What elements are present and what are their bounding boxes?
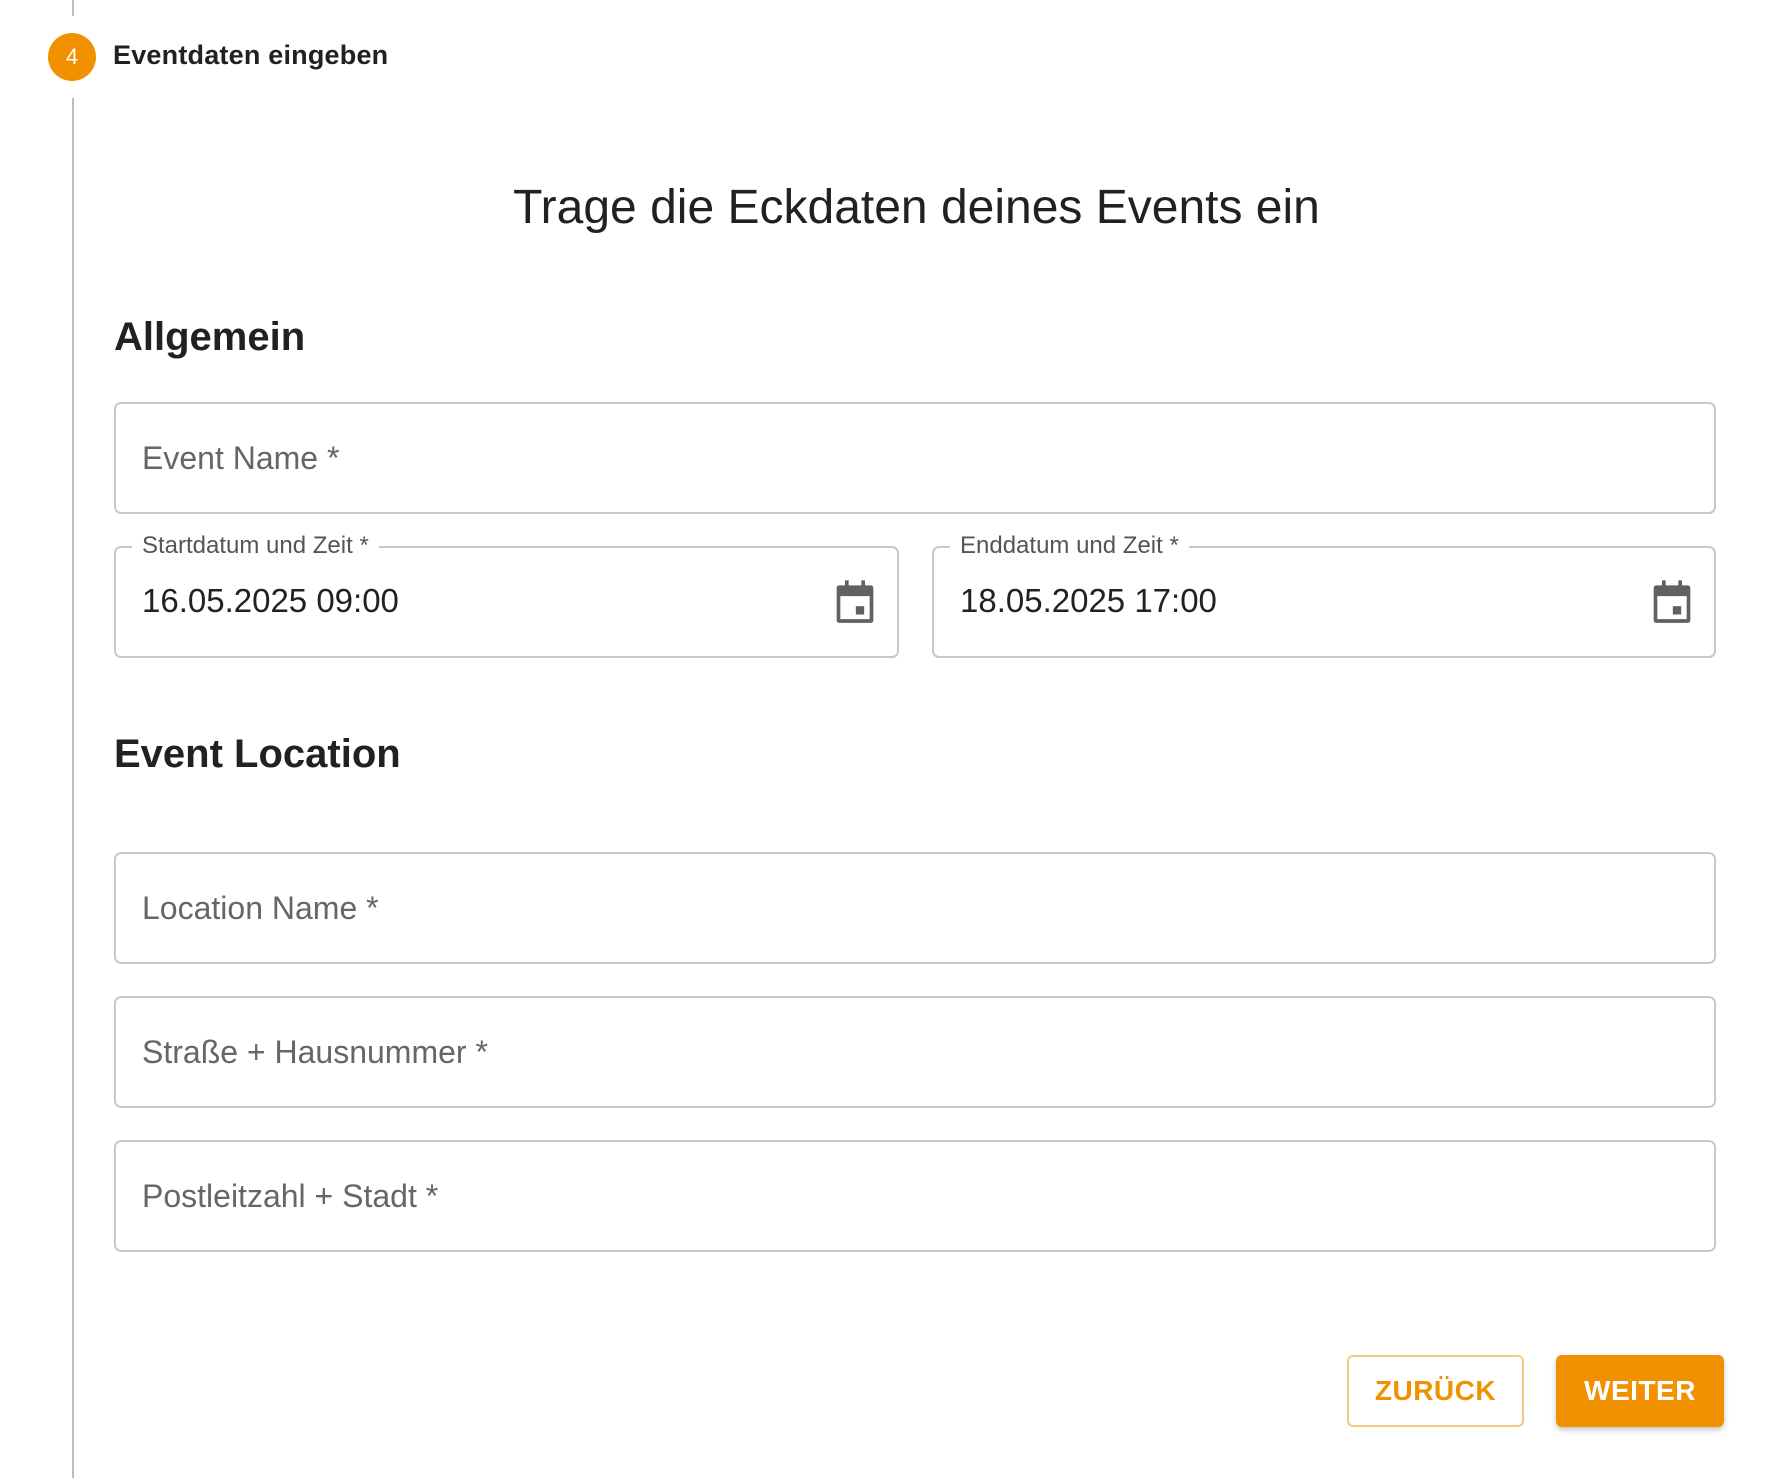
stepper-connector: [72, 98, 74, 1478]
back-button[interactable]: ZURÜCK: [1347, 1355, 1524, 1427]
page-title: Trage die Eckdaten deines Events ein: [513, 181, 1320, 234]
section-title-location: Event Location: [114, 732, 401, 776]
section-title-general: Allgemein: [114, 315, 306, 359]
street-field: [114, 996, 1716, 1108]
location-name-input[interactable]: [142, 854, 1688, 962]
city-input[interactable]: [142, 1142, 1688, 1250]
calendar-icon[interactable]: [1652, 580, 1692, 624]
end-datetime-label: Enddatum und Zeit *: [950, 530, 1189, 562]
street-input[interactable]: [142, 998, 1688, 1106]
calendar-icon[interactable]: [835, 580, 875, 624]
end-datetime-field[interactable]: Enddatum und Zeit * 18.05.2025 17:00: [932, 530, 1716, 658]
start-datetime-label: Startdatum und Zeit *: [132, 530, 379, 562]
end-datetime-value[interactable]: 18.05.2025 17:00: [960, 582, 1217, 620]
event-name-field: [114, 402, 1716, 514]
event-name-input[interactable]: [142, 404, 1688, 512]
stepper-connector-top: [72, 0, 74, 16]
start-datetime-field[interactable]: Startdatum und Zeit * 16.05.2025 09:00: [114, 530, 899, 658]
step-label: Eventdaten eingeben: [113, 40, 389, 70]
start-datetime-value[interactable]: 16.05.2025 09:00: [142, 582, 399, 620]
location-name-field: [114, 852, 1716, 964]
city-field: [114, 1140, 1716, 1252]
step-number-badge: 4: [48, 33, 96, 81]
next-button[interactable]: WEITER: [1556, 1355, 1724, 1427]
